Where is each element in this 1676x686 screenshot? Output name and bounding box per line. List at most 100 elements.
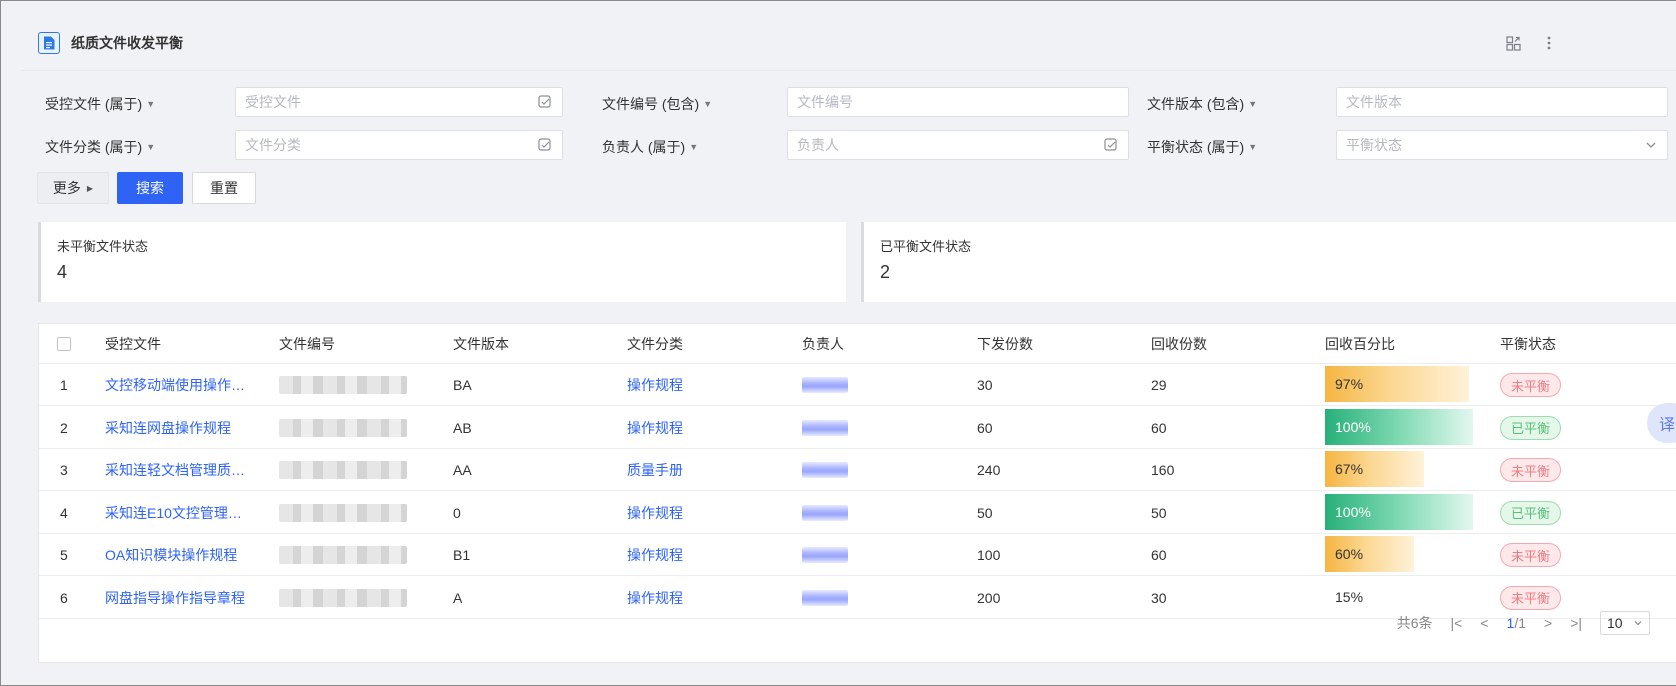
select-check-icon[interactable] — [538, 95, 552, 112]
more-vertical-icon[interactable] — [1537, 31, 1561, 55]
filter-label-text: 平衡状态 (属于) — [1147, 139, 1245, 155]
total-pages: 1 — [1518, 615, 1526, 631]
recovery-percent-bar: 60% — [1325, 536, 1414, 572]
balance-status-cell: 已平衡 — [1500, 492, 1562, 534]
file-category-input[interactable]: 文件分类 — [235, 130, 563, 160]
chevron-down-icon — [1634, 621, 1642, 626]
file-category-link[interactable]: 操作规程 — [627, 577, 683, 619]
filter-label-text: 文件编号 (包含) — [602, 96, 700, 112]
layout-switch-icon[interactable] — [1501, 31, 1525, 55]
filter-label-file-number[interactable]: 文件编号 (包含) ▼ — [602, 94, 712, 114]
filter-label-file-version[interactable]: 文件版本 (包含) ▼ — [1147, 94, 1257, 114]
recovered-count: 160 — [1151, 462, 1175, 478]
next-page-icon[interactable]: > — [1544, 615, 1552, 631]
file-category-link[interactable]: 操作规程 — [627, 534, 683, 576]
owner-redacted — [802, 407, 848, 449]
recovered-count: 50 — [1151, 504, 1167, 521]
issued-count: 200 — [977, 589, 1001, 606]
column-header[interactable]: 回收份数 — [1151, 324, 1207, 364]
balance-status-select[interactable]: 平衡状态 — [1336, 130, 1668, 160]
caret-down-icon: ▼ — [689, 142, 699, 152]
file-number-redacted — [279, 577, 407, 619]
file-category-link[interactable]: 操作规程 — [627, 407, 683, 449]
select-all-checkbox[interactable] — [57, 324, 71, 364]
page-title: 纸质文件收发平衡 — [71, 34, 183, 51]
recovered-count: 60 — [1151, 419, 1167, 436]
first-page-icon[interactable]: |< — [1451, 615, 1463, 631]
filter-label-text: 负责人 (属于) — [602, 139, 686, 155]
select-check-icon[interactable] — [1104, 138, 1118, 155]
filter-label-owner[interactable]: 负责人 (属于) ▼ — [602, 137, 698, 157]
stat-label: 已平衡文件状态 — [880, 239, 972, 254]
column-header[interactable]: 回收百分比 — [1325, 324, 1395, 364]
file-category-link[interactable]: 质量手册 — [627, 449, 683, 491]
filter-label-controlled-file[interactable]: 受控文件 (属于) ▼ — [45, 94, 155, 114]
owner-input[interactable]: 负责人 — [787, 130, 1129, 160]
recovery-percent: 100% — [1335, 503, 1371, 520]
column-header[interactable]: 平衡状态 — [1500, 324, 1556, 364]
row-index: 5 — [60, 547, 68, 563]
file-version-input[interactable]: 文件版本 — [1336, 87, 1668, 117]
status-badge: 已平衡 — [1500, 415, 1562, 440]
controlled-file-link[interactable]: OA知识模块操作规程 — [105, 534, 255, 576]
stat-card-balanced: 已平衡文件状态 2 — [861, 222, 1676, 302]
table-row[interactable]: 2 采知连网盘操作规程 AB 操作规程 60 60 100% 已平衡 — [39, 407, 1676, 449]
column-header[interactable]: 受控文件 — [105, 324, 161, 364]
filter-label-balance-status[interactable]: 平衡状态 (属于) ▼ — [1147, 137, 1257, 157]
controlled-file-link[interactable]: 网盘指导操作指导章程 — [105, 577, 255, 619]
table-row[interactable]: 4 采知连E10文控管理… 0 操作规程 50 50 100% 已平衡 — [39, 492, 1676, 534]
stat-value: 2 — [880, 262, 891, 282]
recovery-percent: 60% — [1335, 546, 1364, 562]
app-frame: 纸质文件收发平衡 受控文件 (属于) ▼ 受控文件 文件编号 (包含) ▼ 文件… — [0, 0, 1676, 686]
controlled-file-link[interactable]: 采知连轻文档管理质… — [105, 449, 255, 491]
filter-label-text: 文件分类 (属于) — [45, 139, 143, 155]
caret-down-icon: ▼ — [1248, 142, 1258, 152]
select-check-icon[interactable] — [538, 138, 552, 155]
translate-label: 译 — [1659, 417, 1676, 434]
document-icon — [38, 31, 60, 54]
file-number-input[interactable]: 文件编号 — [787, 87, 1129, 117]
file-version-placeholder: 文件版本 — [1346, 94, 1402, 110]
file-category-link[interactable]: 操作规程 — [627, 364, 683, 406]
table-row[interactable]: 1 文控移动端使用操作… BA 操作规程 30 29 97% 未平衡 — [39, 364, 1676, 406]
prev-page-icon[interactable]: < — [1480, 615, 1488, 631]
column-header[interactable]: 负责人 — [802, 324, 844, 364]
column-header[interactable]: 下发份数 — [977, 324, 1033, 364]
file-category-link[interactable]: 操作规程 — [627, 492, 683, 534]
page-indicator: 1/1 — [1506, 615, 1526, 631]
search-button[interactable]: 搜索 — [117, 172, 183, 204]
page-size-select[interactable]: 10 — [1600, 611, 1650, 635]
controlled-file-input[interactable]: 受控文件 — [235, 87, 563, 117]
balance-status-cell: 未平衡 — [1500, 449, 1562, 491]
filter-label-file-category[interactable]: 文件分类 (属于) ▼ — [45, 137, 155, 157]
page-size-value: 10 — [1607, 615, 1623, 631]
controlled-file-link[interactable]: 采知连E10文控管理… — [105, 492, 255, 534]
page-header: 纸质文件收发平衡 — [21, 15, 1676, 71]
column-header[interactable]: 文件版本 — [453, 324, 509, 364]
more-filters-button[interactable]: 更多 ▶ — [37, 172, 109, 204]
recovery-percent: 100% — [1335, 418, 1371, 435]
owner-redacted — [802, 364, 848, 406]
issued-count: 100 — [977, 547, 1001, 563]
recovery-percent-bar: 97% — [1325, 366, 1469, 402]
recovery-percent: 97% — [1335, 376, 1364, 392]
pagination: 共6条 |< < 1/1 > >| 10 — [1397, 611, 1650, 635]
file-number-redacted — [279, 364, 407, 406]
reset-button[interactable]: 重置 — [192, 172, 256, 204]
controlled-file-link[interactable]: 采知连网盘操作规程 — [105, 407, 255, 449]
last-page-icon[interactable]: >| — [1570, 615, 1582, 631]
recovery-percent: 15% — [1335, 588, 1364, 605]
table-row[interactable]: 3 采知连轻文档管理质… AA 质量手册 240 160 67% 未平衡 — [39, 449, 1676, 491]
column-header[interactable]: 文件编号 — [279, 324, 335, 364]
row-index: 2 — [60, 419, 68, 436]
balance-status-cell: 已平衡 — [1500, 407, 1562, 449]
row-index: 1 — [60, 377, 68, 393]
owner-redacted — [802, 492, 848, 534]
chevron-down-icon — [1645, 138, 1657, 154]
file-version: BA — [453, 377, 472, 393]
column-header[interactable]: 文件分类 — [627, 324, 683, 364]
row-index: 4 — [60, 504, 68, 521]
table-row[interactable]: 5 OA知识模块操作规程 B1 操作规程 100 60 60% 未平衡 — [39, 534, 1676, 576]
controlled-file-link[interactable]: 文控移动端使用操作… — [105, 364, 255, 406]
filter-label-text: 文件版本 (包含) — [1147, 96, 1245, 112]
